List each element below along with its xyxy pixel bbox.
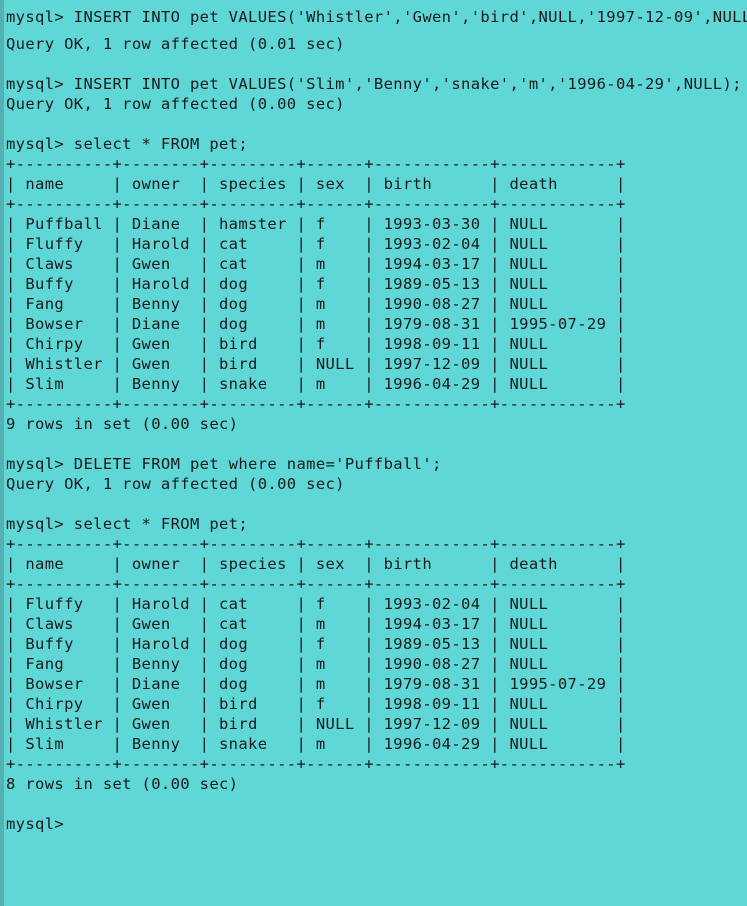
terminal-line: mysql> DELETE FROM pet where name='Puffb… [6, 455, 442, 473]
table-row: | Buffy | Harold | dog | f | 1989-05-13 … [6, 635, 626, 653]
terminal-line: mysql> select * FROM pet; [6, 135, 249, 153]
table-row: | Claws | Gwen | cat | m | 1994-03-17 | … [6, 255, 626, 273]
terminal-line: Query OK, 1 row affected (0.00 sec) [6, 475, 345, 493]
terminal-line: mysql> INSERT INTO pet VALUES('Whistler'… [6, 8, 747, 26]
table-row: | Slim | Benny | snake | m | 1996-04-29 … [6, 375, 626, 393]
table-row: | Chirpy | Gwen | bird | f | 1998-09-11 … [6, 695, 626, 713]
table-row: | Claws | Gwen | cat | m | 1994-03-17 | … [6, 615, 626, 633]
table-border: +----------+--------+---------+------+--… [6, 755, 626, 773]
terminal-line: mysql> select * FROM pet; [6, 515, 249, 533]
terminal-line: mysql> INSERT INTO pet VALUES('Slim','Be… [6, 75, 742, 93]
table-header: | name | owner | species | sex | birth |… [6, 175, 626, 193]
table-row: | Bowser | Diane | dog | m | 1979-08-31 … [6, 315, 626, 333]
terminal-line: 9 rows in set (0.00 sec) [6, 415, 239, 433]
table-border: +----------+--------+---------+------+--… [6, 395, 626, 413]
table-border: +----------+--------+---------+------+--… [6, 535, 626, 553]
table-row: | Buffy | Harold | dog | f | 1989-05-13 … [6, 275, 626, 293]
terminal-window[interactable]: mysql> INSERT INTO pet VALUES('Whistler'… [0, 0, 747, 906]
table-row: | Fang | Benny | dog | m | 1990-08-27 | … [6, 295, 626, 313]
table-row: | Slim | Benny | snake | m | 1996-04-29 … [6, 735, 626, 753]
table-row: | Fluffy | Harold | cat | f | 1993-02-04… [6, 595, 626, 613]
table-row: | Bowser | Diane | dog | m | 1979-08-31 … [6, 675, 626, 693]
table-row: | Whistler | Gwen | bird | NULL | 1997-1… [6, 355, 626, 373]
table-border: +----------+--------+---------+------+--… [6, 155, 626, 173]
window-left-edge [0, 0, 4, 906]
table-header: | name | owner | species | sex | birth |… [6, 555, 626, 573]
table-row: | Puffball | Diane | hamster | f | 1993-… [6, 215, 626, 233]
table-row: | Chirpy | Gwen | bird | f | 1998-09-11 … [6, 335, 626, 353]
command-prompt[interactable]: mysql> [6, 814, 74, 834]
terminal-line: Query OK, 1 row affected (0.01 sec) [6, 35, 345, 53]
terminal-line: Query OK, 1 row affected (0.00 sec) [6, 95, 345, 113]
table-row: | Whistler | Gwen | bird | NULL | 1997-1… [6, 715, 626, 733]
table-border: +----------+--------+---------+------+--… [6, 195, 626, 213]
terminal-line: 8 rows in set (0.00 sec) [6, 775, 239, 793]
table-row: | Fang | Benny | dog | m | 1990-08-27 | … [6, 655, 626, 673]
table-row: | Fluffy | Harold | cat | f | 1993-02-04… [6, 235, 626, 253]
table-border: +----------+--------+---------+------+--… [6, 575, 626, 593]
